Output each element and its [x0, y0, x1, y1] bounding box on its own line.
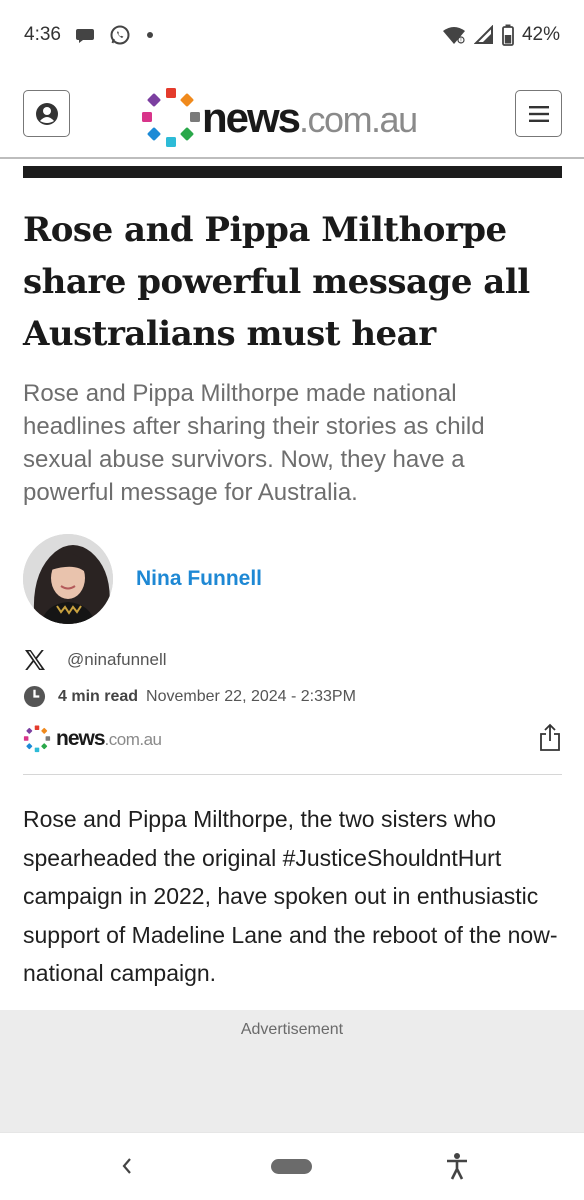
article-headline: Rose and Pippa Milthorpe share powerful … [23, 210, 530, 354]
header-divider [0, 157, 584, 159]
logo-wordmark: news.com.au [202, 94, 418, 141]
author-row: Nina Funnell [23, 533, 262, 625]
home-pill[interactable] [271, 1159, 312, 1174]
author-avatar[interactable] [23, 534, 113, 624]
logo-dots-icon [142, 88, 200, 147]
article-body-paragraph: Rose and Pippa Milthorpe, the two sister… [23, 806, 558, 986]
account-button[interactable] [23, 90, 70, 137]
whatsapp-icon [109, 24, 131, 46]
system-nav-bar [0, 1132, 584, 1200]
signal-icon [473, 25, 494, 45]
site-header: news.com.au [0, 88, 584, 158]
article-meta: 4 min read November 22, 2024 - 2:33PM [23, 685, 356, 708]
battery-percent: 42% [521, 24, 560, 45]
twitter-handle: @ninafunnell [67, 650, 167, 669]
read-time: 4 min read [58, 687, 139, 705]
account-icon [35, 102, 58, 125]
source-row: news.com.au [23, 722, 562, 756]
source-logo-dots-icon [23, 725, 51, 753]
status-bar: 4:36 ! 42% [0, 0, 584, 70]
wifi-icon: ! [442, 25, 466, 45]
accessibility-icon[interactable] [444, 1151, 470, 1181]
chat-icon [75, 25, 95, 45]
battery-icon [502, 24, 514, 46]
hamburger-icon [528, 105, 549, 122]
dot-icon [145, 30, 155, 40]
share-icon[interactable] [538, 722, 562, 752]
site-logo[interactable]: news.com.au [140, 88, 418, 148]
section-bar [23, 166, 562, 178]
advertisement-label: Advertisement [240, 1021, 344, 1038]
menu-button[interactable] [515, 90, 562, 137]
article-standfirst: Rose and Pippa Milthorpe made national h… [23, 380, 485, 506]
clock-time: 4:36 [24, 24, 61, 45]
back-icon[interactable] [115, 1151, 139, 1181]
x-twitter-icon [25, 650, 45, 670]
article-divider [23, 774, 562, 775]
clock-icon [23, 685, 46, 708]
author-name-link[interactable]: Nina Funnell [136, 567, 262, 591]
author-twitter[interactable]: @ninafunnell [23, 648, 167, 672]
publish-date: November 22, 2024 - 2:33PM [146, 687, 356, 705]
source-logo-wordmark: news.com.au [56, 727, 162, 750]
